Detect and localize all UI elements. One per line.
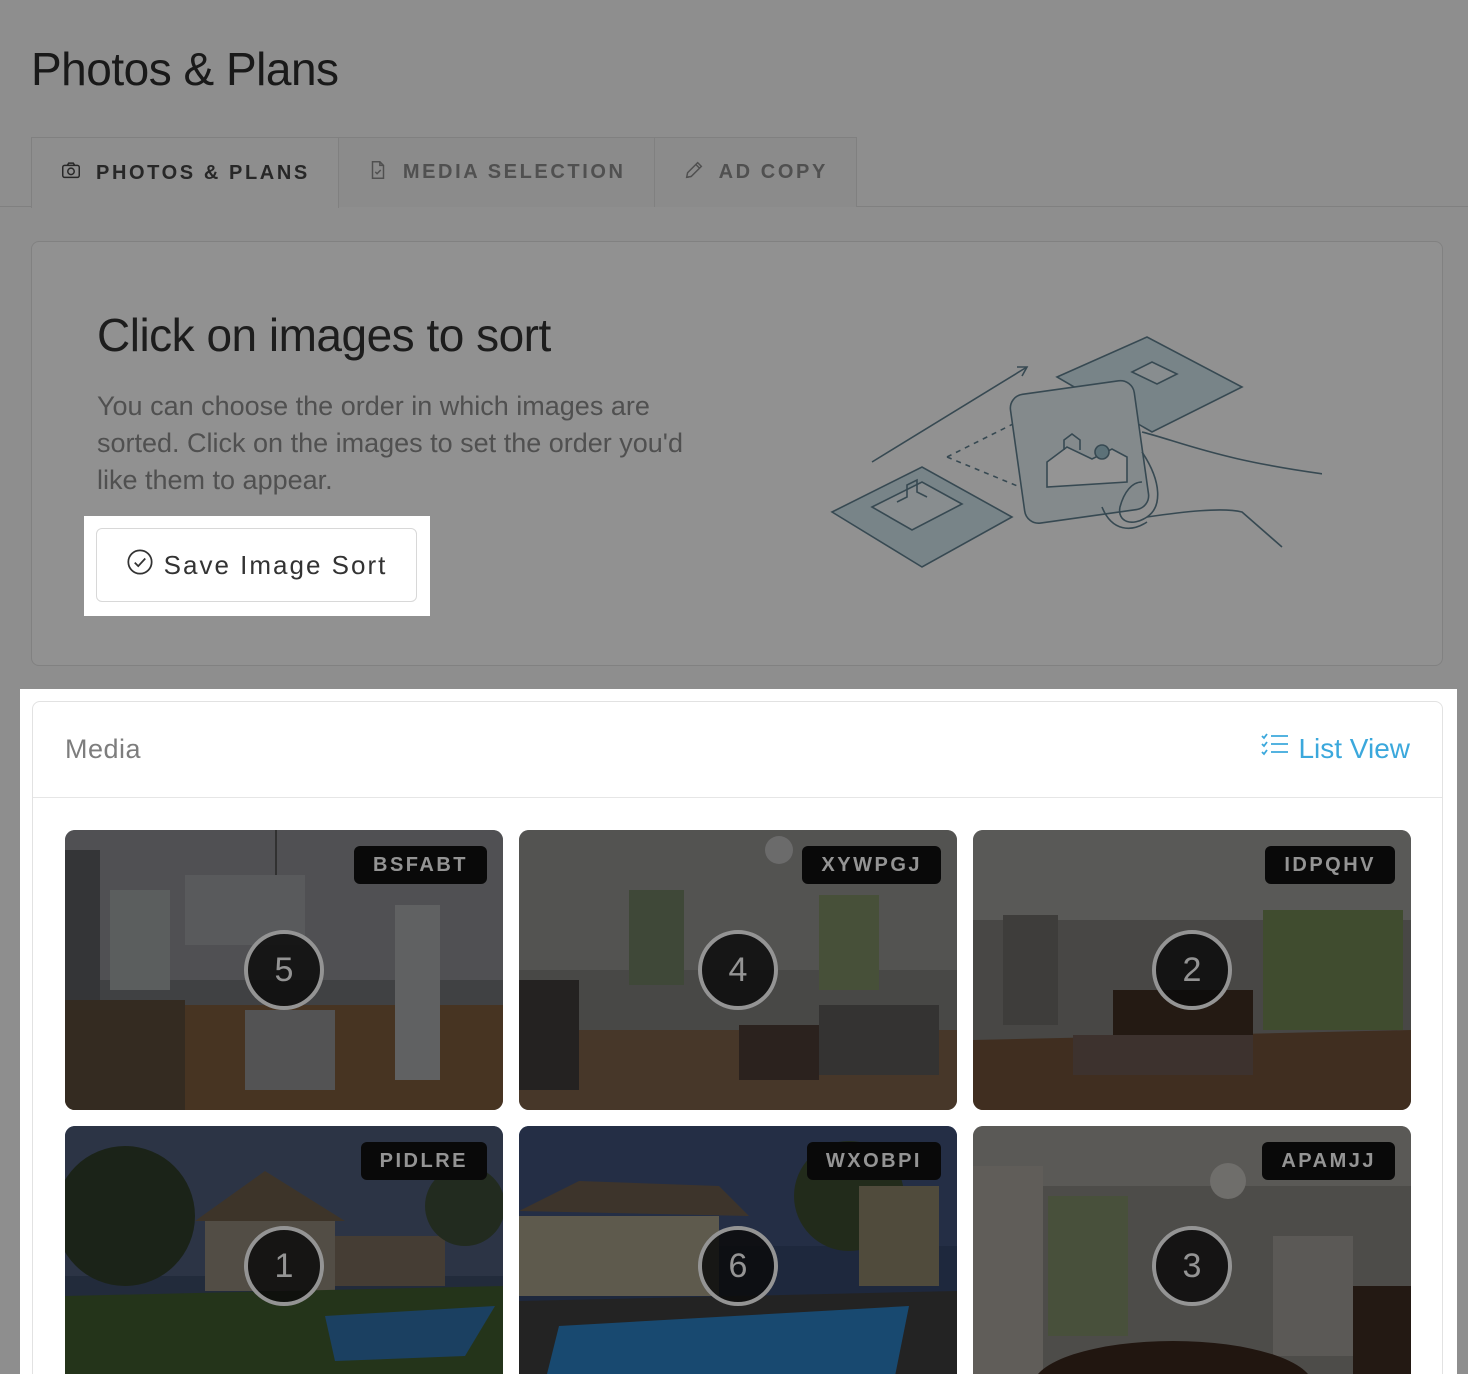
media-grid: BSFABT 5 XYWPGJ 4 IDPQHV 2 PIDLRE 1 WXOB… xyxy=(65,830,1411,1374)
sort-order-badge: 5 xyxy=(244,930,324,1010)
sort-order-badge: 2 xyxy=(1152,930,1232,1010)
sort-heading: Click on images to sort xyxy=(97,309,551,361)
media-tile[interactable]: IDPQHV 2 xyxy=(973,830,1411,1110)
save-label: Save Image Sort xyxy=(163,549,388,580)
tab-label: PHOTOS & PLANS xyxy=(96,161,310,184)
media-code-badge: WXOBPI xyxy=(806,1142,941,1180)
sort-illustration-icon xyxy=(802,332,1348,577)
media-code-badge: XYWPGJ xyxy=(802,846,941,884)
media-code-badge: PIDLRE xyxy=(360,1142,487,1180)
media-highlight: Media List View BSFABT 5 XYWPGJ 4 IDPQHV… xyxy=(20,689,1457,1374)
tab-media-selection[interactable]: MEDIA SELECTION xyxy=(338,137,655,207)
tab-label: MEDIA SELECTION xyxy=(402,161,626,183)
document-icon xyxy=(367,159,389,187)
media-code-badge: IDPQHV xyxy=(1265,846,1395,884)
tab-label: AD COPY xyxy=(718,161,828,183)
media-tile[interactable]: XYWPGJ 4 xyxy=(519,830,957,1110)
pencil-icon xyxy=(683,159,705,187)
media-tile[interactable]: BSFABT 5 xyxy=(65,830,503,1110)
sort-order-badge: 3 xyxy=(1152,1226,1232,1306)
media-code-badge: BSFABT xyxy=(354,846,487,884)
list-view-label: List View xyxy=(1298,732,1410,764)
media-panel: Media List View BSFABT 5 XYWPGJ 4 IDPQHV… xyxy=(32,701,1443,1374)
media-tile[interactable]: APAMJJ 3 xyxy=(973,1126,1411,1374)
media-code-badge: APAMJJ xyxy=(1262,1142,1395,1180)
check-circle-icon xyxy=(126,548,154,583)
media-title: Media xyxy=(65,734,142,764)
sort-description: You can choose the order in which images… xyxy=(97,391,683,495)
sort-order-badge: 4 xyxy=(698,930,778,1010)
tab-ad-copy[interactable]: AD COPY xyxy=(654,137,857,207)
media-tile[interactable]: PIDLRE 1 xyxy=(65,1126,503,1374)
sort-order-badge: 6 xyxy=(698,1226,778,1306)
page-title: Photos & Plans xyxy=(31,43,339,95)
tab-bar: PHOTOS & PLANS MEDIA SELECTION AD COPY xyxy=(31,137,857,208)
media-header: Media List View xyxy=(33,702,1442,798)
camera-icon xyxy=(60,159,82,187)
list-view-button[interactable]: List View xyxy=(1260,732,1410,765)
checklist-icon xyxy=(1260,732,1290,765)
save-image-sort-button[interactable]: Save Image Sort xyxy=(96,528,417,602)
tab-photos-plans[interactable]: PHOTOS & PLANS xyxy=(31,137,339,208)
media-tile[interactable]: WXOBPI 6 xyxy=(519,1126,957,1374)
sort-order-badge: 1 xyxy=(244,1226,324,1306)
save-highlight: Save Image Sort xyxy=(84,516,430,616)
